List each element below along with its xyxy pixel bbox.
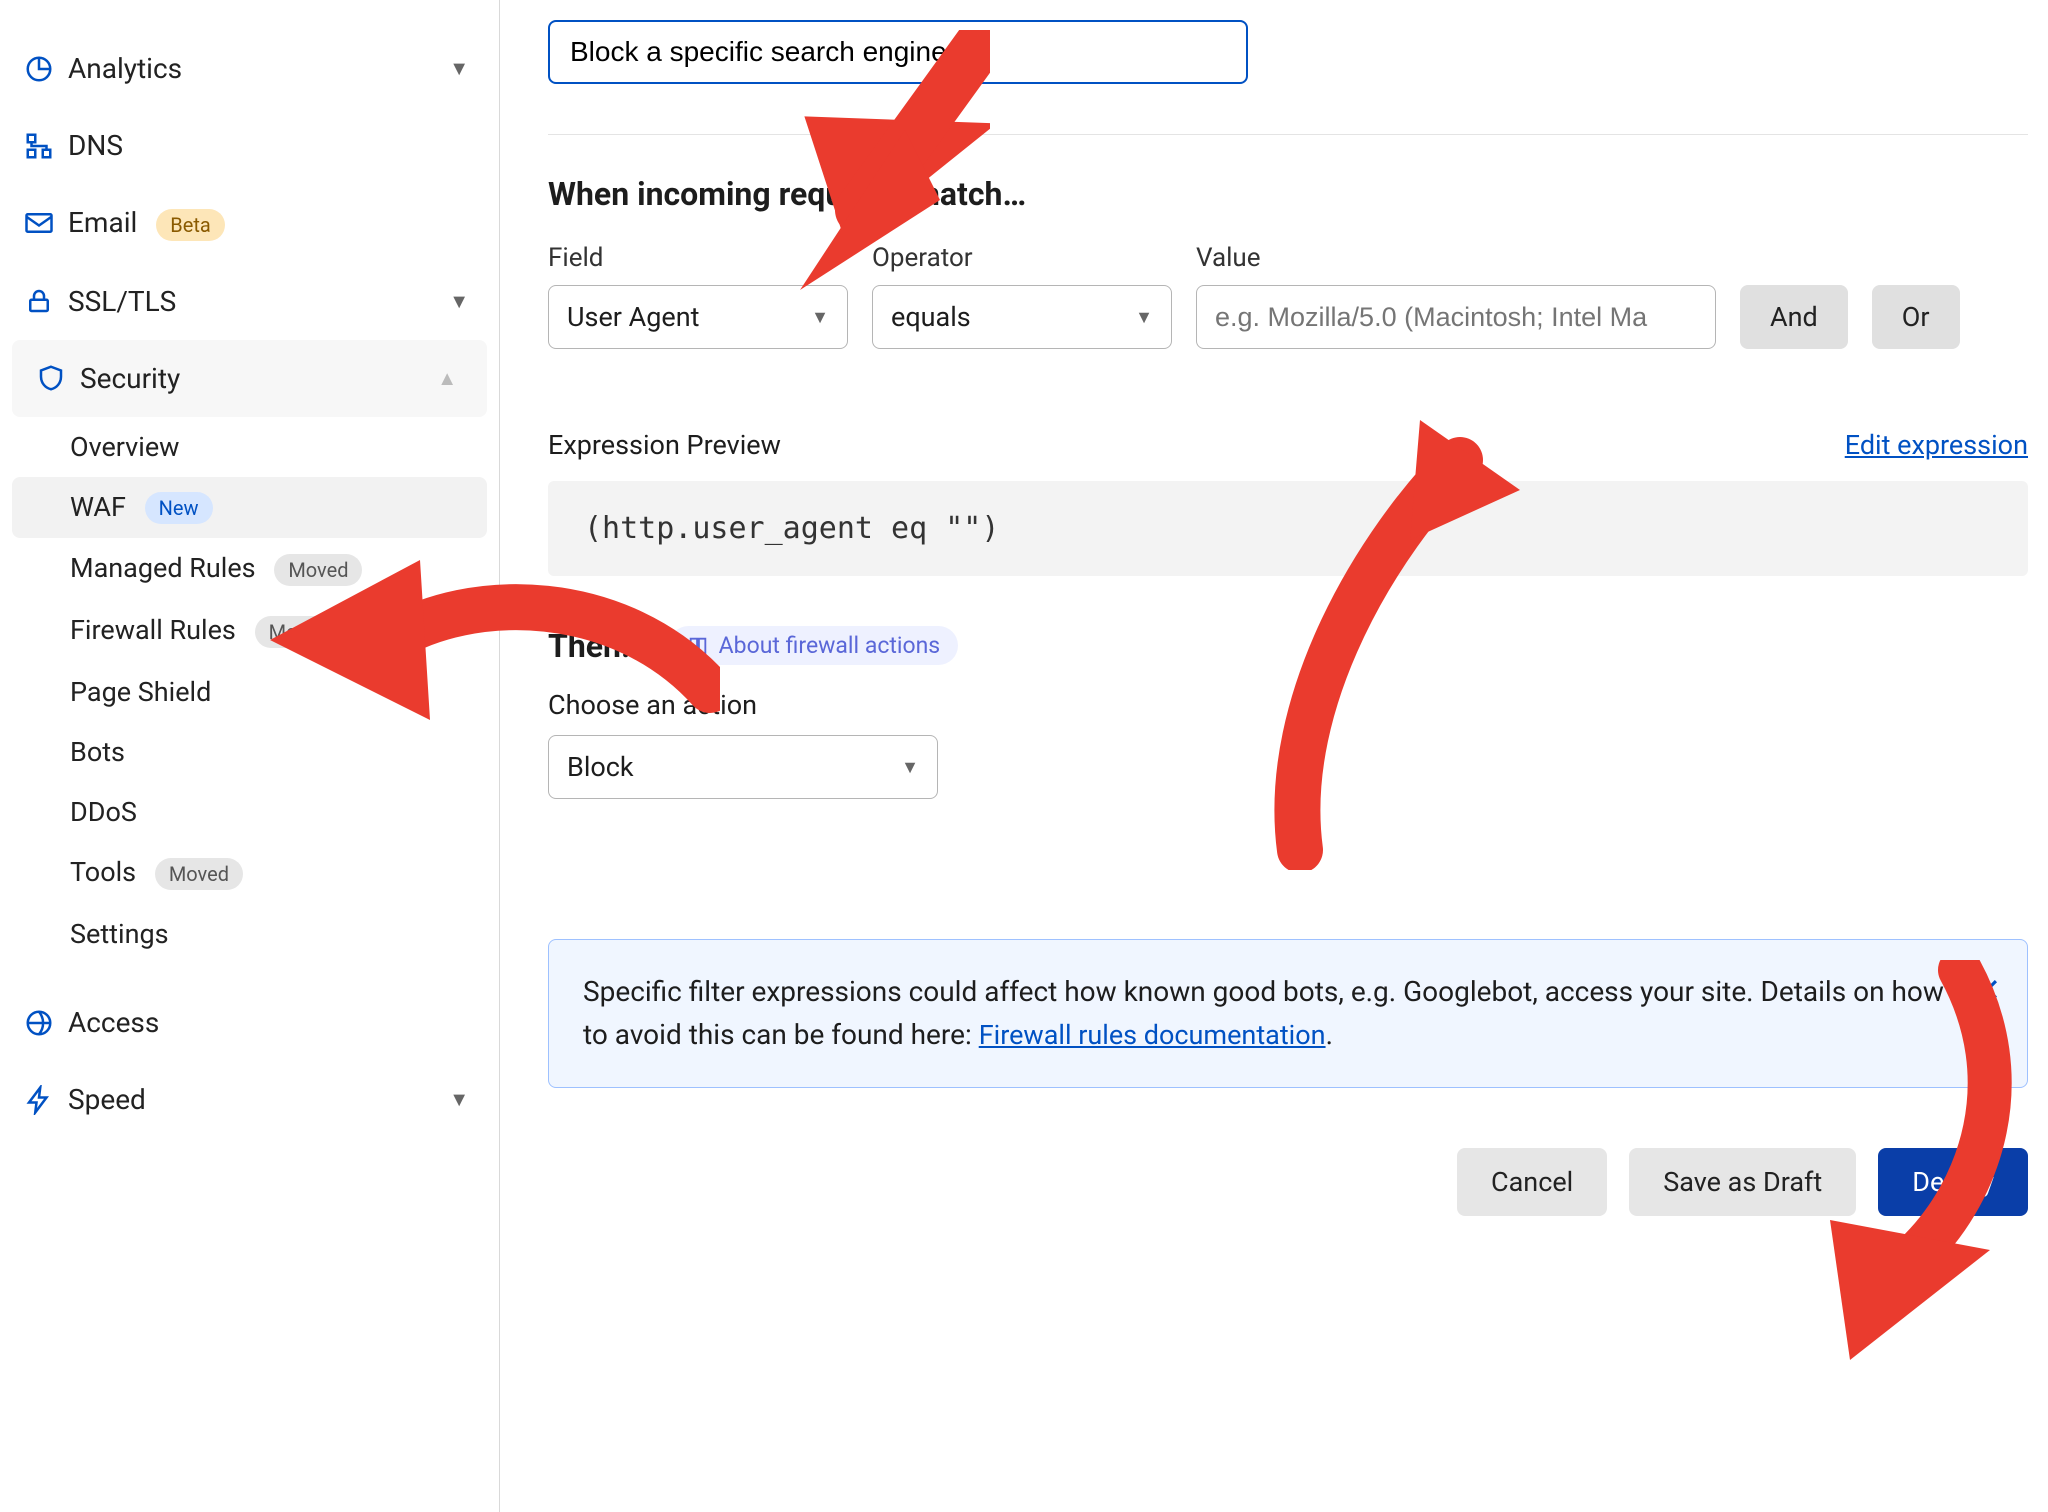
or-button[interactable]: Or	[1872, 285, 1960, 349]
book-icon	[687, 635, 709, 657]
shield-icon	[22, 363, 80, 393]
chevron-up-icon: ▲	[437, 366, 457, 391]
sidebar-label-text: Managed Rules	[70, 552, 256, 584]
sidebar-item-bots[interactable]: Bots	[0, 722, 499, 782]
lock-icon	[10, 286, 68, 316]
sidebar-label: Access	[68, 1006, 469, 1039]
and-button[interactable]: And	[1740, 285, 1848, 349]
sidebar-label: SSL/TLS	[68, 285, 449, 318]
moved-badge: Moved	[255, 616, 343, 648]
rule-name-input[interactable]	[548, 20, 1248, 84]
preview-row: Expression Preview Edit expression	[548, 429, 2028, 461]
sidebar-item-ssltls[interactable]: SSL/TLS ▼	[0, 263, 499, 340]
operator-label: Operator	[872, 243, 1172, 273]
sidebar-label-text: Email	[68, 206, 137, 239]
speed-icon	[10, 1085, 68, 1115]
dns-icon	[10, 131, 68, 161]
email-icon	[10, 208, 68, 238]
sidebar-label: WAF New	[70, 491, 457, 525]
sidebar-label: Firewall Rules Moved	[70, 614, 469, 648]
sidebar-item-dns[interactable]: DNS	[0, 107, 499, 184]
sidebar-label: DNS	[68, 129, 469, 162]
sidebar-item-firewall-rules[interactable]: Firewall Rules Moved	[0, 600, 499, 662]
firewall-docs-link[interactable]: Firewall rules documentation	[979, 1019, 1326, 1051]
chevron-down-icon: ▼	[449, 56, 469, 81]
sidebar-item-access[interactable]: Access	[0, 984, 499, 1061]
sidebar-item-ddos[interactable]: DDoS	[0, 782, 499, 842]
close-icon[interactable]: ✕	[1974, 966, 2001, 1016]
sidebar-label: Managed Rules Moved	[70, 552, 469, 586]
access-icon	[10, 1008, 68, 1038]
then-header: Then… About firewall actions	[548, 626, 2028, 665]
chevron-down-icon: ▼	[901, 757, 919, 778]
sidebar-item-speed[interactable]: Speed ▼	[0, 1061, 499, 1138]
value-column: Value	[1196, 243, 1716, 349]
sidebar: Analytics ▼ DNS Email Beta SSL/TLS ▼	[0, 0, 500, 1512]
analytics-icon	[10, 54, 68, 84]
sidebar-item-security[interactable]: Security ▲	[12, 340, 487, 417]
field-select[interactable]: User Agent ▼	[548, 285, 848, 349]
sidebar-item-analytics[interactable]: Analytics ▼	[0, 30, 499, 107]
sidebar-label: Bots	[70, 736, 469, 768]
match-section-title: When incoming requests match…	[548, 175, 2028, 213]
value-input[interactable]	[1196, 285, 1716, 349]
sidebar-item-managed-rules[interactable]: Managed Rules Moved	[0, 538, 499, 600]
value-label: Value	[1196, 243, 1716, 273]
sidebar-label: Tools Moved	[70, 856, 469, 890]
sidebar-item-overview[interactable]: Overview	[0, 417, 499, 477]
action-select-value: Block	[567, 751, 634, 783]
sidebar-item-tools[interactable]: Tools Moved	[0, 842, 499, 904]
new-badge: New	[145, 492, 213, 524]
sidebar-label-text: WAF	[70, 491, 126, 523]
choose-action-label: Choose an action	[548, 689, 2028, 721]
save-as-draft-button[interactable]: Save as Draft	[1629, 1148, 1856, 1216]
then-title: Then…	[548, 627, 645, 665]
cancel-button[interactable]: Cancel	[1457, 1148, 1607, 1216]
beta-badge: Beta	[156, 209, 225, 241]
sidebar-label-text: Tools	[70, 856, 136, 888]
chevron-down-icon: ▼	[449, 289, 469, 314]
chevron-down-icon: ▼	[449, 1087, 469, 1112]
sidebar-item-waf[interactable]: WAF New	[12, 477, 487, 539]
chevron-down-icon: ▼	[1135, 307, 1153, 328]
sidebar-item-email[interactable]: Email Beta	[0, 184, 499, 263]
operator-column: Operator equals ▼	[872, 243, 1172, 349]
sidebar-label: Page Shield	[70, 676, 469, 708]
footer-actions: Cancel Save as Draft Deploy	[548, 1148, 2028, 1216]
sidebar-label: Email Beta	[68, 206, 469, 241]
info-pill-text: About firewall actions	[719, 632, 941, 659]
action-select[interactable]: Block ▼	[548, 735, 938, 799]
sidebar-item-settings[interactable]: Settings	[0, 904, 499, 964]
preview-label: Expression Preview	[548, 429, 781, 461]
sidebar-item-page-shield[interactable]: Page Shield	[0, 662, 499, 722]
main-content: When incoming requests match… Field User…	[500, 0, 2048, 1512]
divider	[548, 134, 2028, 135]
moved-badge: Moved	[155, 858, 243, 890]
sidebar-label-text: Firewall Rules	[70, 614, 236, 646]
moved-badge: Moved	[274, 554, 362, 586]
field-column: Field User Agent ▼	[548, 243, 848, 349]
chevron-down-icon: ▼	[811, 307, 829, 328]
operator-select-value: equals	[891, 301, 971, 333]
field-select-value: User Agent	[567, 301, 699, 333]
sidebar-label: Analytics	[68, 52, 449, 85]
info-notice: Specific filter expressions could affect…	[548, 939, 2028, 1088]
sidebar-label: Security	[80, 362, 437, 395]
field-label: Field	[548, 243, 848, 273]
edit-expression-link[interactable]: Edit expression	[1845, 429, 2028, 461]
sidebar-label: Overview	[70, 431, 469, 463]
expression-preview: (http.user_agent eq "")	[548, 481, 2028, 576]
deploy-button[interactable]: Deploy	[1878, 1148, 2028, 1216]
condition-row: Field User Agent ▼ Operator equals ▼ Val…	[548, 243, 2028, 349]
sidebar-label: DDoS	[70, 796, 469, 828]
sidebar-label: Speed	[68, 1083, 449, 1116]
operator-select[interactable]: equals ▼	[872, 285, 1172, 349]
sidebar-label: Settings	[70, 918, 469, 950]
about-firewall-actions-link[interactable]: About firewall actions	[669, 626, 959, 665]
